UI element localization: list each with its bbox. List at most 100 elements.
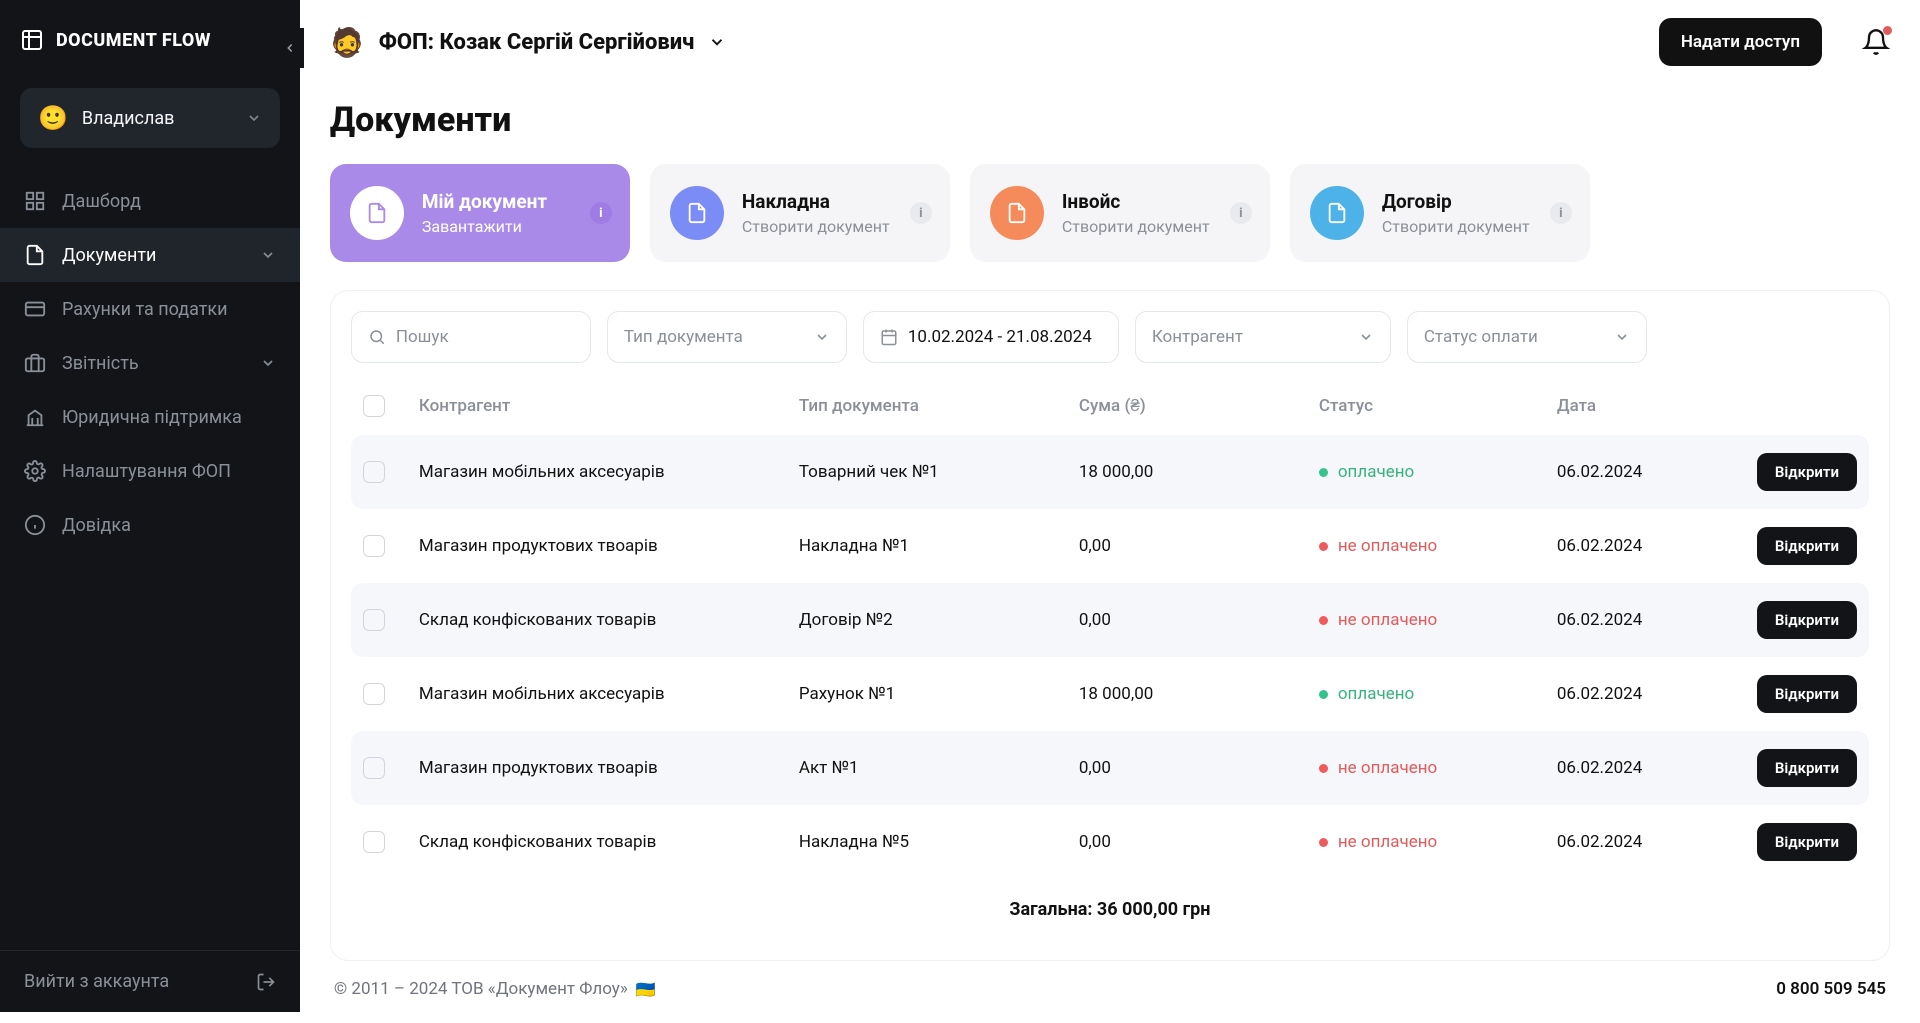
cell-date: 06.02.2024 [1557, 462, 1757, 482]
document-icon [1310, 186, 1364, 240]
sidebar-item-3[interactable]: Звітність [0, 336, 300, 390]
chevron-down-icon[interactable] [708, 33, 726, 51]
cell-date: 06.02.2024 [1557, 832, 1757, 852]
footer-copyright: © 2011 – 2024 ТОВ «Документ Флоу» [334, 979, 628, 999]
row-checkbox[interactable] [363, 609, 385, 631]
sidebar-item-1[interactable]: Документи [0, 228, 300, 282]
cell-agent: Магазин мобільних аксесуарів [419, 684, 799, 704]
doc-card-3[interactable]: Договір Створити документ i [1290, 164, 1590, 262]
open-button[interactable]: Відкрити [1757, 527, 1857, 565]
status-filter[interactable]: Статус оплати [1407, 311, 1647, 363]
sidebar-collapse-button[interactable] [276, 28, 304, 68]
main: 🧔 ФОП: Козак Сергій Сергійович Надати до… [300, 0, 1920, 1012]
cell-status: не оплачено [1319, 758, 1557, 778]
status-filter-label: Статус оплати [1424, 327, 1538, 347]
content: Документи Мій документ Завантажити i Нак… [300, 84, 1920, 961]
grant-access-button[interactable]: Надати доступ [1659, 18, 1822, 66]
sidebar-item-label: Налаштування ФОП [62, 461, 276, 482]
type-filter[interactable]: Тип документа [607, 311, 847, 363]
card-title: Договір [1382, 190, 1530, 213]
info-icon[interactable]: i [1550, 202, 1572, 224]
sidebar-item-6[interactable]: Довідка [0, 498, 300, 552]
logo-row: DOCUMENT FLOW [0, 0, 300, 76]
page-title: Документи [330, 100, 1890, 140]
row-checkbox[interactable] [363, 683, 385, 705]
sidebar-nav: Дашборд Документи Рахунки та податки Зві… [0, 166, 300, 560]
row-checkbox[interactable] [363, 831, 385, 853]
bank-icon [24, 406, 46, 428]
notifications-button[interactable] [1862, 28, 1890, 56]
row-checkbox[interactable] [363, 757, 385, 779]
card-subtitle: Завантажити [422, 217, 547, 236]
cell-type: Накладна №1 [799, 536, 1079, 556]
open-button[interactable]: Відкрити [1757, 675, 1857, 713]
card-subtitle: Створити документ [1382, 217, 1530, 236]
doc-card-0[interactable]: Мій документ Завантажити i [330, 164, 630, 262]
search-filter[interactable] [351, 311, 591, 363]
info-icon[interactable]: i [1230, 202, 1252, 224]
select-all-checkbox[interactable] [363, 395, 385, 417]
sidebar-item-2[interactable]: Рахунки та податки [0, 282, 300, 336]
cell-amount: 18 000,00 [1079, 684, 1319, 704]
card-title: Інвойс [1062, 190, 1210, 213]
sidebar-item-4[interactable]: Юридична підтримка [0, 390, 300, 444]
document-icon [670, 186, 724, 240]
document-icon [350, 186, 404, 240]
card-title: Накладна [742, 190, 890, 213]
sidebar-item-5[interactable]: Налаштування ФОП [0, 444, 300, 498]
cell-amount: 0,00 [1079, 758, 1319, 778]
table-row: Склад конфіскованих товарів Договір №2 0… [351, 583, 1869, 657]
sidebar-item-0[interactable]: Дашборд [0, 174, 300, 228]
cell-agent: Магазин мобільних аксесуарів [419, 462, 799, 482]
cell-agent: Склад конфіскованих товарів [419, 832, 799, 852]
documents-panel: Тип документа 10.02.2024 - 21.08.2024 Ко… [330, 290, 1890, 961]
cell-status: не оплачено [1319, 832, 1557, 852]
cell-agent: Склад конфіскованих товарів [419, 610, 799, 630]
cell-status: оплачено [1319, 462, 1557, 482]
card-icon [24, 298, 46, 320]
card-subtitle: Створити документ [1062, 217, 1210, 236]
document-icon [990, 186, 1044, 240]
cell-date: 06.02.2024 [1557, 610, 1757, 630]
cell-amount: 0,00 [1079, 610, 1319, 630]
row-checkbox[interactable] [363, 535, 385, 557]
open-button[interactable]: Відкрити [1757, 749, 1857, 787]
col-date: Дата [1557, 396, 1757, 416]
grid-icon [24, 190, 46, 212]
cell-amount: 0,00 [1079, 536, 1319, 556]
chevron-down-icon [260, 355, 276, 371]
cell-agent: Магазин продуктових твоарів [419, 758, 799, 778]
sidebar-item-label: Звітність [62, 353, 244, 374]
user-avatar-emoji: 🙂 [38, 104, 68, 132]
agent-filter-label: Контрагент [1152, 327, 1243, 347]
chevron-down-icon [814, 329, 830, 345]
status-dot-icon [1319, 838, 1328, 847]
info-icon[interactable]: i [910, 202, 932, 224]
cell-status: оплачено [1319, 684, 1557, 704]
sidebar-item-label: Дашборд [62, 191, 276, 212]
info-icon [24, 514, 46, 536]
date-filter[interactable]: 10.02.2024 - 21.08.2024 [863, 311, 1119, 363]
cell-date: 06.02.2024 [1557, 758, 1757, 778]
search-input[interactable] [396, 327, 574, 347]
table-row: Магазин мобільних аксесуарів Товарний че… [351, 435, 1869, 509]
footer-phone: 0 800 509 545 [1776, 979, 1886, 999]
info-icon[interactable]: i [590, 202, 612, 224]
doc-card-1[interactable]: Накладна Створити документ i [650, 164, 950, 262]
open-button[interactable]: Відкрити [1757, 601, 1857, 639]
cell-amount: 18 000,00 [1079, 462, 1319, 482]
cell-type: Акт №1 [799, 758, 1079, 778]
user-card[interactable]: 🙂 Владислав [20, 88, 280, 148]
chevron-down-icon [246, 110, 262, 126]
row-checkbox[interactable] [363, 461, 385, 483]
doc-card-2[interactable]: Інвойс Створити документ i [970, 164, 1270, 262]
footer: © 2011 – 2024 ТОВ «Документ Флоу» 🇺🇦 0 8… [300, 961, 1920, 1023]
agent-filter[interactable]: Контрагент [1135, 311, 1391, 363]
open-button[interactable]: Відкрити [1757, 823, 1857, 861]
sidebar: DOCUMENT FLOW 🙂 Владислав Дашборд Докуме… [0, 0, 300, 1012]
table-row: Магазин продуктових твоарів Акт №1 0,00 … [351, 731, 1869, 805]
open-button[interactable]: Відкрити [1757, 453, 1857, 491]
logout-button[interactable]: Вийти з аккаунта [0, 950, 300, 1012]
doc-type-cards: Мій документ Завантажити i Накладна Ство… [330, 164, 1890, 262]
search-icon [368, 328, 386, 346]
